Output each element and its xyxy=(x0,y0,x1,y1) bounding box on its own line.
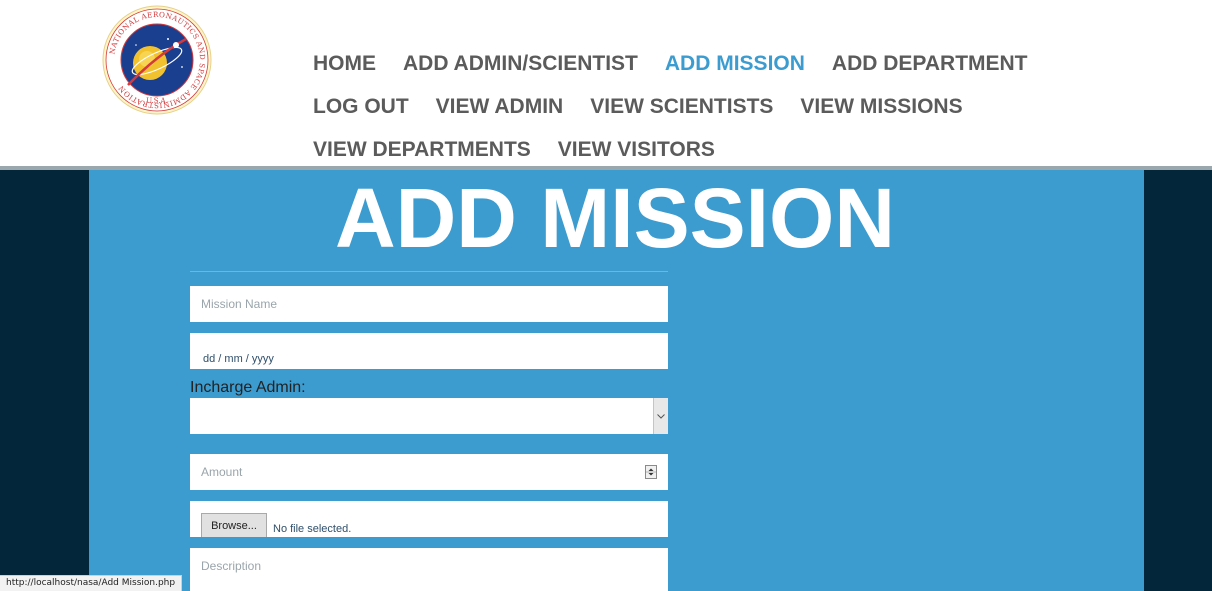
chevron-down-icon[interactable] xyxy=(653,398,668,434)
nav-home[interactable]: HOME xyxy=(313,52,376,76)
nav-row-2: LOG OUT VIEW ADMIN VIEW SCIENTISTS VIEW … xyxy=(313,85,1093,128)
browser-status-bar: http://localhost/nasa/Add Mission.php xyxy=(0,575,183,591)
description-input[interactable]: Description xyxy=(190,548,668,591)
date-value: dd / mm / yyyy xyxy=(203,353,274,365)
title-divider xyxy=(190,271,668,272)
incharge-admin-select[interactable] xyxy=(190,398,668,434)
nasa-seal-logo[interactable]: NATIONAL AERONAUTICS AND SPACE ADMINISTR… xyxy=(102,5,212,115)
file-upload-field: Browse... No file selected. xyxy=(190,501,668,537)
main-content: ADD MISSION dd / mm / yyyy Incharge Admi… xyxy=(89,170,1144,591)
browse-button[interactable]: Browse... xyxy=(201,513,267,537)
svg-text:U.S.A.: U.S.A. xyxy=(146,97,168,105)
nav-row-3: VIEW DEPARTMENTS VIEW VISITORS xyxy=(313,128,1093,171)
nav-view-departments[interactable]: VIEW DEPARTMENTS xyxy=(313,138,531,162)
mission-date-input[interactable]: dd / mm / yyyy xyxy=(190,333,668,369)
nav-view-admin[interactable]: VIEW ADMIN xyxy=(436,95,564,119)
main-nav: HOME ADD ADMIN/SCIENTIST ADD MISSION ADD… xyxy=(313,42,1093,171)
nav-add-mission[interactable]: ADD MISSION xyxy=(665,52,805,76)
mission-name-input[interactable] xyxy=(190,286,668,322)
amount-placeholder: Amount xyxy=(201,465,243,479)
nav-view-scientists[interactable]: VIEW SCIENTISTS xyxy=(590,95,773,119)
nav-row-1: HOME ADD ADMIN/SCIENTIST ADD MISSION ADD… xyxy=(313,42,1093,85)
amount-input[interactable]: Amount xyxy=(190,454,668,490)
nav-view-visitors[interactable]: VIEW VISITORS xyxy=(558,138,715,162)
right-side-panel xyxy=(1144,170,1212,591)
file-status-text: No file selected. xyxy=(273,523,352,535)
incharge-admin-label: Incharge Admin: xyxy=(190,379,306,396)
left-side-panel xyxy=(0,170,89,591)
site-header: NATIONAL AERONAUTICS AND SPACE ADMINISTR… xyxy=(0,0,1212,166)
nav-add-admin-scientist[interactable]: ADD ADMIN/SCIENTIST xyxy=(403,52,638,76)
nav-add-department[interactable]: ADD DEPARTMENT xyxy=(832,52,1028,76)
nav-log-out[interactable]: LOG OUT xyxy=(313,95,409,119)
page-title: ADD MISSION xyxy=(334,171,896,265)
number-spinner-icon[interactable] xyxy=(645,465,657,479)
description-placeholder: Description xyxy=(201,559,262,573)
nav-view-missions[interactable]: VIEW MISSIONS xyxy=(800,95,962,119)
